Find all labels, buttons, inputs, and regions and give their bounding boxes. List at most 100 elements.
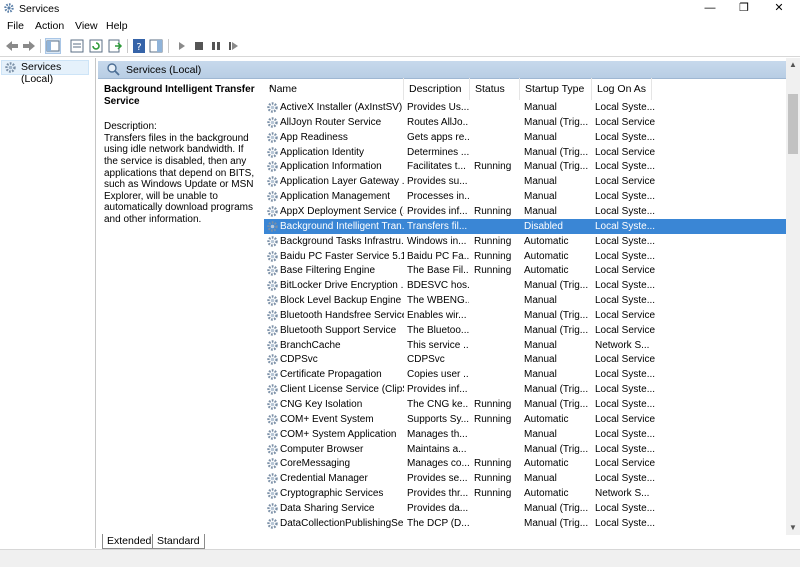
table-row[interactable]: AppX Deployment Service (... Provides inf…	[264, 204, 786, 219]
table-row[interactable]: Bluetooth Support Service The Bluetoo... M…	[264, 323, 786, 338]
scrollbar-thumb[interactable]	[788, 94, 798, 154]
restart-service-icon[interactable]	[225, 38, 241, 54]
show-action-pane-icon[interactable]	[148, 38, 164, 54]
table-row[interactable]: CDPSvc CDPSvc Manual Local Service	[264, 352, 786, 367]
back-arrow-icon[interactable]	[4, 38, 20, 54]
cell-name: CoreMessaging	[280, 458, 351, 470]
cell-description: Provides inf...	[407, 205, 468, 217]
cell-logon: Local Syste...	[595, 161, 655, 173]
properties-icon[interactable]	[69, 38, 85, 54]
service-gear-icon	[267, 117, 278, 128]
table-row[interactable]: CNG Key Isolation The CNG ke... Running Man…	[264, 397, 786, 412]
service-gear-icon	[267, 206, 278, 217]
show-hide-console-tree-icon[interactable]	[45, 38, 61, 54]
cell-name: Data Sharing Service	[280, 502, 375, 514]
table-row[interactable]: Client License Service (ClipS... Provides…	[264, 382, 786, 397]
pause-service-icon[interactable]	[208, 38, 224, 54]
cell-logon: Local Syste...	[595, 443, 655, 455]
cell-status: Running	[474, 205, 512, 217]
cell-name: Background Tasks Infrastru...	[280, 235, 404, 247]
table-row[interactable]: Bluetooth Handsfree Service Enables wir..…	[264, 308, 786, 323]
cell-logon: Local Syste...	[595, 102, 655, 113]
table-row[interactable]: Certificate Propagation Copies user ... Ma…	[264, 367, 786, 382]
column-header-description[interactable]: Description	[404, 78, 470, 100]
table-row[interactable]: BitLocker Drive Encryption ... BDESVC hos…	[264, 278, 786, 293]
toolbar-separator	[168, 39, 169, 53]
table-row[interactable]: BranchCache This service ... Manual Network…	[264, 338, 786, 353]
stop-service-icon[interactable]	[191, 38, 207, 54]
menu-help[interactable]: Help	[106, 20, 128, 32]
table-row[interactable]: COM+ System Application Manages th... Manu…	[264, 427, 786, 442]
service-gear-icon	[267, 428, 278, 440]
close-button[interactable]: ✕	[762, 0, 796, 17]
table-row[interactable]: Application Information Facilitates t... R…	[264, 159, 786, 174]
cell-startup: Disabled	[524, 220, 563, 232]
cell-startup: Automatic	[524, 413, 569, 425]
restore-button[interactable]: ❐	[727, 0, 761, 17]
cell-name: BranchCache	[280, 339, 341, 351]
cell-logon: Local Syste...	[595, 191, 655, 203]
table-row[interactable]: App Readiness Gets apps re... Manual Local …	[264, 130, 786, 145]
table-row[interactable]: COM+ Event System Supports Sy... Running Au…	[264, 412, 786, 427]
cell-name: ActiveX Installer (AxInstSV)	[280, 102, 403, 113]
scroll-up-arrow-icon[interactable]: ▲	[789, 60, 797, 69]
cell-logon: Local Syste...	[595, 502, 655, 514]
cell-startup: Manual	[524, 102, 557, 113]
table-row[interactable]: Data Sharing Service Provides da... Manual…	[264, 501, 786, 516]
export-list-icon[interactable]	[107, 38, 123, 54]
cell-logon: Network S...	[595, 339, 650, 351]
menu-view[interactable]: View	[75, 20, 98, 32]
cell-name: Application Information	[280, 161, 382, 173]
service-gear-icon	[267, 384, 278, 395]
table-row[interactable]: Application Layer Gateway ... Provides su…	[264, 174, 786, 189]
cell-description: The DCP (D...	[407, 517, 469, 529]
tree-item-services-local[interactable]: Services (Local)	[1, 60, 89, 85]
tab-standard[interactable]: Standard	[152, 534, 205, 549]
description-pane: Background Intelligent Transfer Service …	[104, 82, 257, 226]
vertical-scrollbar[interactable]: ▲ ▼	[786, 58, 800, 535]
table-row[interactable]: Application Management Processes in... Man…	[264, 189, 786, 204]
tab-extended[interactable]: Extended	[102, 534, 157, 549]
start-service-icon[interactable]	[174, 38, 190, 54]
refresh-icon[interactable]	[88, 38, 104, 54]
table-row[interactable]: Application Identity Determines ... Manual…	[264, 145, 786, 160]
table-row[interactable]: Credential Manager Provides se... Running M…	[264, 471, 786, 486]
table-row[interactable]: Base Filtering Engine The Base Fil... Runn…	[264, 263, 786, 278]
column-header-name[interactable]: ^ Name	[264, 78, 404, 100]
cell-description: Enables wir...	[407, 309, 467, 321]
table-row[interactable]: CoreMessaging Manages co... Running Automat…	[264, 456, 786, 471]
toolbar: ?	[0, 35, 800, 57]
cell-name: Baidu PC Faster Service 5.1...	[280, 250, 404, 262]
menu-action[interactable]: Action	[35, 20, 64, 32]
table-row[interactable]: Background Intelligent Tran... Transfers …	[264, 218, 786, 234]
service-gear-icon	[267, 161, 278, 173]
table-row[interactable]: AllJoyn Router Service Routes AllJo... Man…	[264, 115, 786, 130]
table-row[interactable]: Block Level Backup Engine ... The WBENG..…	[264, 293, 786, 308]
column-header-startup-type[interactable]: Startup Type	[520, 78, 592, 100]
cell-description: Provides Us...	[407, 102, 469, 113]
cell-startup: Manual	[524, 131, 557, 143]
table-row[interactable]: Baidu PC Faster Service 5.1... Baidu PC F…	[264, 249, 786, 264]
menu-bar: File Action View Help	[0, 17, 800, 35]
service-gear-icon	[267, 265, 278, 277]
cell-name: AllJoyn Router Service	[280, 116, 382, 128]
minimize-button[interactable]: —	[693, 0, 727, 17]
column-header-log-on-as[interactable]: Log On As	[592, 78, 652, 100]
table-row[interactable]: Cryptographic Services Provides thr... Run…	[264, 486, 786, 501]
menu-file[interactable]: File	[7, 20, 24, 32]
service-gear-icon	[267, 503, 278, 514]
table-row[interactable]: DataCollectionPublishingSe... The DCP (D.…	[264, 516, 786, 531]
cell-description: Maintains a...	[407, 443, 467, 455]
cell-startup: Manual (Trig...	[524, 399, 589, 410]
cell-description: Provides da...	[407, 502, 469, 514]
table-row[interactable]: Computer Browser Maintains a... Manual (Tr…	[264, 442, 786, 457]
scroll-down-arrow-icon[interactable]: ▼	[789, 523, 797, 532]
cell-startup: Automatic	[524, 488, 569, 500]
service-gear-icon	[267, 250, 278, 262]
table-row[interactable]: ActiveX Installer (AxInstSV) Provides Us.…	[264, 100, 786, 115]
forward-arrow-icon[interactable]	[21, 38, 37, 54]
cell-logon: Local Syste...	[595, 369, 655, 381]
column-header-status[interactable]: Status	[470, 78, 520, 100]
help-icon[interactable]: ?	[131, 38, 147, 54]
table-row[interactable]: Background Tasks Infrastru... Windows in.…	[264, 234, 786, 249]
